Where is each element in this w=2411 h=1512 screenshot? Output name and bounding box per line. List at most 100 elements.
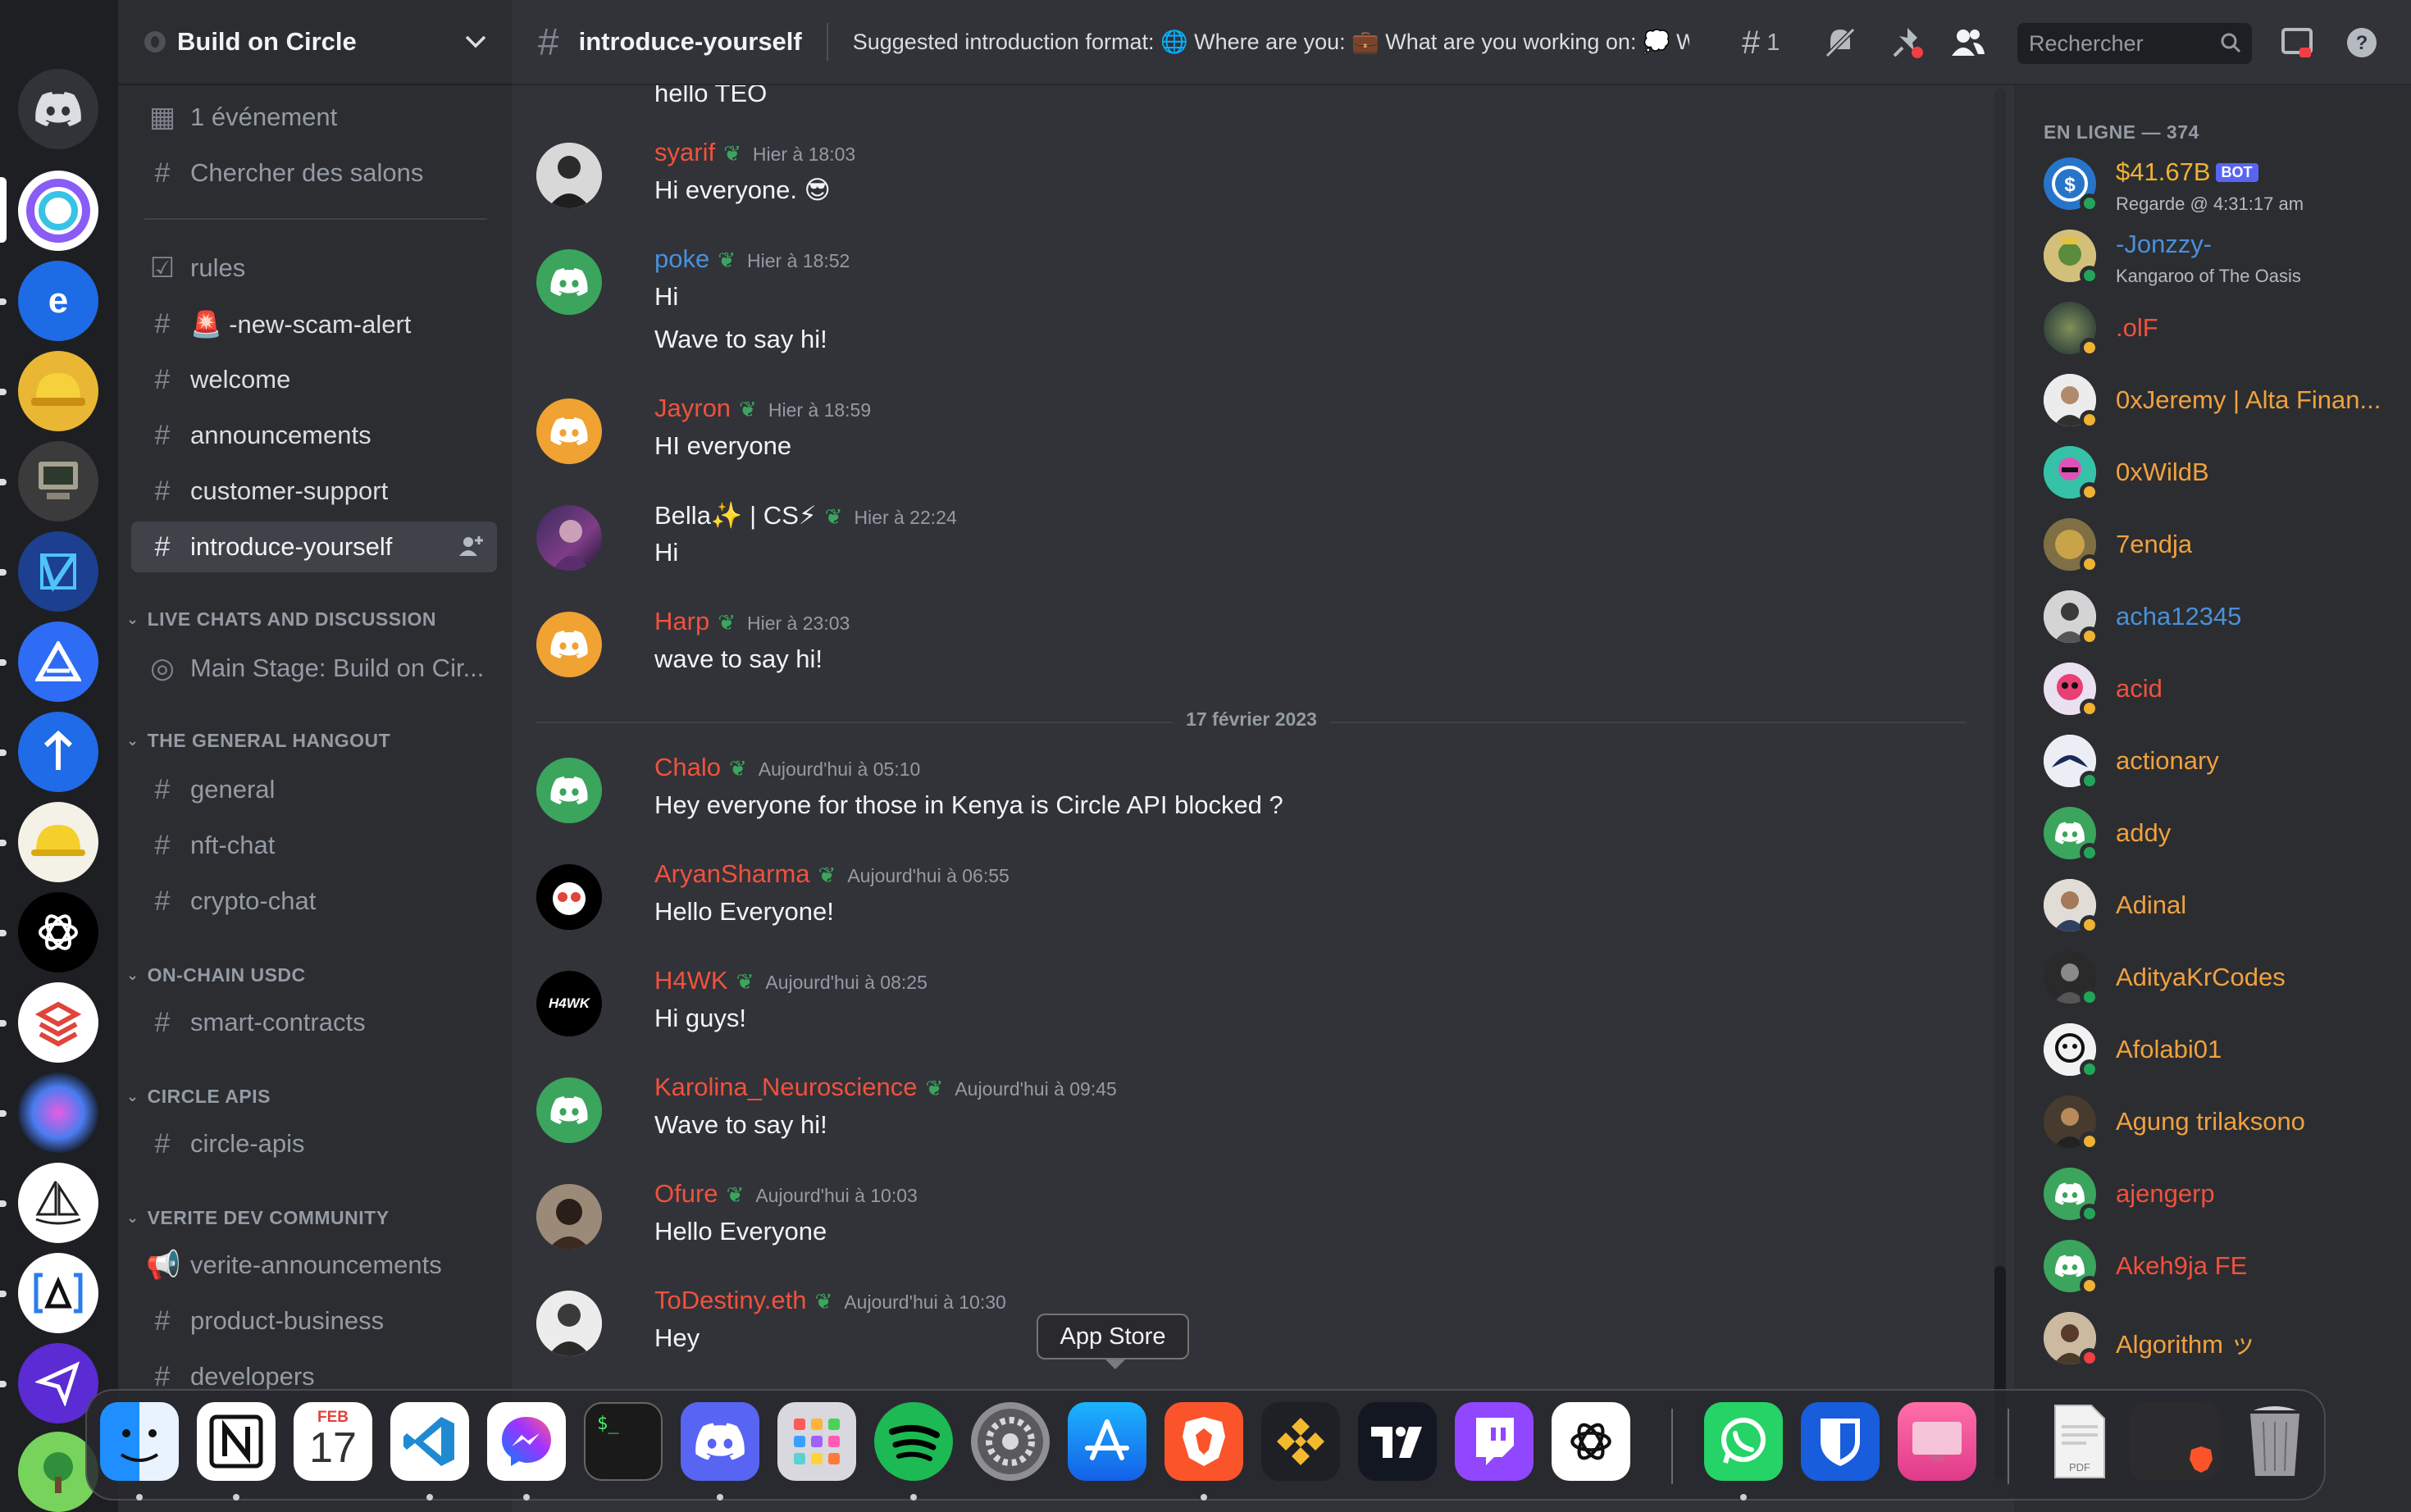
- member-item[interactable]: -Jonzzy- Kangaroo of The Oasis: [2044, 230, 2404, 287]
- message-username[interactable]: ToDestiny.eth ❦ Aujourd'hui à 10:30: [654, 1286, 1006, 1315]
- computer-server-icon[interactable]: [18, 441, 98, 521]
- events-link[interactable]: ▦ 1 événement: [131, 92, 497, 143]
- hardhat-server-icon[interactable]: [18, 351, 98, 431]
- notion-icon[interactable]: [197, 1402, 276, 1481]
- message-item[interactable]: hello TEO: [536, 85, 1980, 112]
- member-item[interactable]: Afolabi01: [2044, 1023, 2404, 1081]
- chevron-down-icon[interactable]: [464, 30, 487, 55]
- member-item[interactable]: Algorithm ッ: [2044, 1312, 2404, 1369]
- avatar-default-discord-icon[interactable]: [536, 249, 602, 315]
- browse-channels-link[interactable]: # Chercher des salons: [131, 148, 497, 198]
- member-item[interactable]: 0xWildB: [2044, 446, 2404, 503]
- message-item[interactable]: syarif ❦ Hier à 18:03 Hi everyone. 😎: [536, 138, 1980, 241]
- avatar[interactable]: [536, 1184, 602, 1250]
- chatgpt-icon[interactable]: [1552, 1402, 1630, 1481]
- bitwarden-icon[interactable]: [1801, 1402, 1880, 1481]
- app-store-icon[interactable]: [1068, 1402, 1146, 1481]
- channel-product-business[interactable]: # product-business: [131, 1296, 497, 1346]
- category-general-hangout[interactable]: ⌄ THE GENERAL HANGOUT: [126, 730, 390, 752]
- member-item[interactable]: ajengerp: [2044, 1168, 2404, 1225]
- channel-introduce-yourself[interactable]: # introduce-yourself: [131, 521, 497, 572]
- circle-server-icon[interactable]: [18, 171, 98, 251]
- member-item[interactable]: acha12345: [2044, 590, 2404, 648]
- calendar-icon[interactable]: FEB 17: [294, 1402, 372, 1481]
- avatar-default-discord-icon[interactable]: [536, 758, 602, 823]
- channel-smart-contracts[interactable]: # smart-contracts: [131, 997, 497, 1048]
- member-item[interactable]: Adinal: [2044, 879, 2404, 936]
- add-member-icon[interactable]: [458, 533, 484, 565]
- message-item[interactable]: poke ❦ Hier à 18:52 Hi Wave to say hi!: [536, 244, 1980, 353]
- message-username[interactable]: Chalo ❦ Aujourd'hui à 05:10: [654, 753, 920, 782]
- v-server-icon[interactable]: [18, 531, 98, 612]
- channel-new-scam-alert[interactable]: # 🚨 -new-scam-alert: [131, 298, 497, 349]
- openai-server-icon[interactable]: [18, 892, 98, 972]
- e-server-icon[interactable]: e: [18, 261, 98, 341]
- layers-server-icon[interactable]: [18, 982, 98, 1063]
- launchpad-icon[interactable]: [777, 1402, 856, 1481]
- pdf-document-icon[interactable]: PDF: [2040, 1402, 2119, 1481]
- tradingview-icon[interactable]: [1358, 1402, 1437, 1481]
- finder-icon[interactable]: [100, 1402, 179, 1481]
- message-username[interactable]: Jayron ❦ Hier à 18:59: [654, 394, 871, 423]
- inbox-icon[interactable]: [2280, 21, 2316, 64]
- siri-server-icon[interactable]: [18, 1073, 98, 1153]
- member-item[interactable]: .olF: [2044, 302, 2404, 359]
- message-username[interactable]: poke ❦ Hier à 18:52: [654, 244, 850, 274]
- avatar-default-discord-icon[interactable]: [536, 1077, 602, 1143]
- avatar[interactable]: [536, 864, 602, 930]
- sailboat-server-icon[interactable]: [18, 1163, 98, 1243]
- message-username[interactable]: syarif ❦ Hier à 18:03: [654, 138, 855, 167]
- triangle-server-icon[interactable]: [18, 622, 98, 702]
- message-username[interactable]: Ofure ❦ Aujourd'hui à 10:03: [654, 1179, 918, 1209]
- message-item[interactable]: Ofure ❦ Aujourd'hui à 10:03 Hello Everyone: [536, 1179, 1980, 1282]
- member-item[interactable]: 7endja: [2044, 518, 2404, 576]
- category-on-chain-usdc[interactable]: ⌄ ON-CHAIN USDC: [126, 964, 306, 986]
- member-item[interactable]: actionary: [2044, 735, 2404, 792]
- member-item[interactable]: Akeh9ja FE: [2044, 1240, 2404, 1297]
- channel-topic[interactable]: Suggested introduction format: 🌐 Where a…: [853, 29, 1689, 55]
- terminal-icon[interactable]: $_: [584, 1402, 663, 1481]
- channel-circle-apis[interactable]: # circle-apis: [131, 1118, 497, 1169]
- member-item[interactable]: addy: [2044, 807, 2404, 864]
- stage-main-stage[interactable]: ◎ Main Stage: Build on Cir...: [131, 643, 497, 694]
- channel-rules[interactable]: ☑ rules: [131, 243, 497, 294]
- whatsapp-icon[interactable]: [1704, 1402, 1783, 1481]
- brave-icon[interactable]: [1164, 1402, 1243, 1481]
- message-item[interactable]: Bella✨ | CS⚡ ❦ Hier à 22:24 Hi: [536, 501, 1980, 603]
- mute-notifications-icon[interactable]: [1822, 21, 1858, 64]
- message-username[interactable]: Karolina_Neuroscience ❦ Aujourd'hui à 09:4…: [654, 1073, 1117, 1102]
- system-settings-icon[interactable]: [971, 1402, 1050, 1481]
- message-username[interactable]: AryanSharma ❦ Aujourd'hui à 06:55: [654, 859, 1010, 889]
- avatar[interactable]: [536, 1291, 602, 1356]
- category-verite[interactable]: ⌄ VERITE DEV COMMUNITY: [126, 1207, 390, 1229]
- message-item[interactable]: ToDestiny.eth ❦ Aujourd'hui à 10:30 Hey: [536, 1286, 1980, 1389]
- yellow-hat-server-icon[interactable]: [18, 802, 98, 882]
- bracket-server-icon[interactable]: [18, 1253, 98, 1333]
- channel-general[interactable]: # general: [131, 764, 497, 815]
- member-item[interactable]: acid: [2044, 663, 2404, 720]
- spotify-icon[interactable]: [874, 1402, 953, 1481]
- binance-icon[interactable]: [1261, 1402, 1340, 1481]
- member-item[interactable]: Agung trilaksono: [2044, 1095, 2404, 1153]
- category-live-chats[interactable]: ⌄ LIVE CHATS AND DISCUSSION: [126, 608, 436, 631]
- message-item[interactable]: Jayron ❦ Hier à 18:59 HI everyone: [536, 394, 1980, 497]
- member-item[interactable]: AdityaKrCodes: [2044, 951, 2404, 1009]
- pinned-messages-icon[interactable]: [1889, 21, 1926, 64]
- message-item[interactable]: Harp ❦ Hier à 23:03 wave to say hi!: [536, 607, 1980, 710]
- message-item[interactable]: H4WK H4WK ❦ Aujourd'hui à 08:25 Hi guys!: [536, 966, 1980, 1069]
- avatar[interactable]: [536, 505, 602, 571]
- channel-welcome[interactable]: # welcome: [131, 354, 497, 405]
- channel-crypto-chat[interactable]: # crypto-chat: [131, 876, 497, 927]
- channel-nft-chat[interactable]: # nft-chat: [131, 820, 497, 871]
- trash-icon[interactable]: [2236, 1402, 2314, 1481]
- avatar-default-discord-icon[interactable]: [536, 612, 602, 677]
- discord-icon[interactable]: [681, 1402, 759, 1481]
- message-username[interactable]: Harp ❦ Hier à 23:03: [654, 607, 850, 636]
- message-item[interactable]: AryanSharma ❦ Aujourd'hui à 06:55 Hello Ev…: [536, 859, 1980, 963]
- member-list-icon[interactable]: [1950, 21, 1986, 64]
- member-item[interactable]: $ $41.67B BOT Regarde @ 4:31:17 am: [2044, 157, 2404, 215]
- message-item[interactable]: Chalo ❦ Aujourd'hui à 05:10 Hey everyone f…: [536, 753, 1980, 856]
- channel-announcements[interactable]: # announcements: [131, 410, 497, 461]
- arrow-server-icon[interactable]: [18, 712, 98, 792]
- message-username[interactable]: Bella✨ | CS⚡ ❦ Hier à 22:24: [654, 500, 957, 531]
